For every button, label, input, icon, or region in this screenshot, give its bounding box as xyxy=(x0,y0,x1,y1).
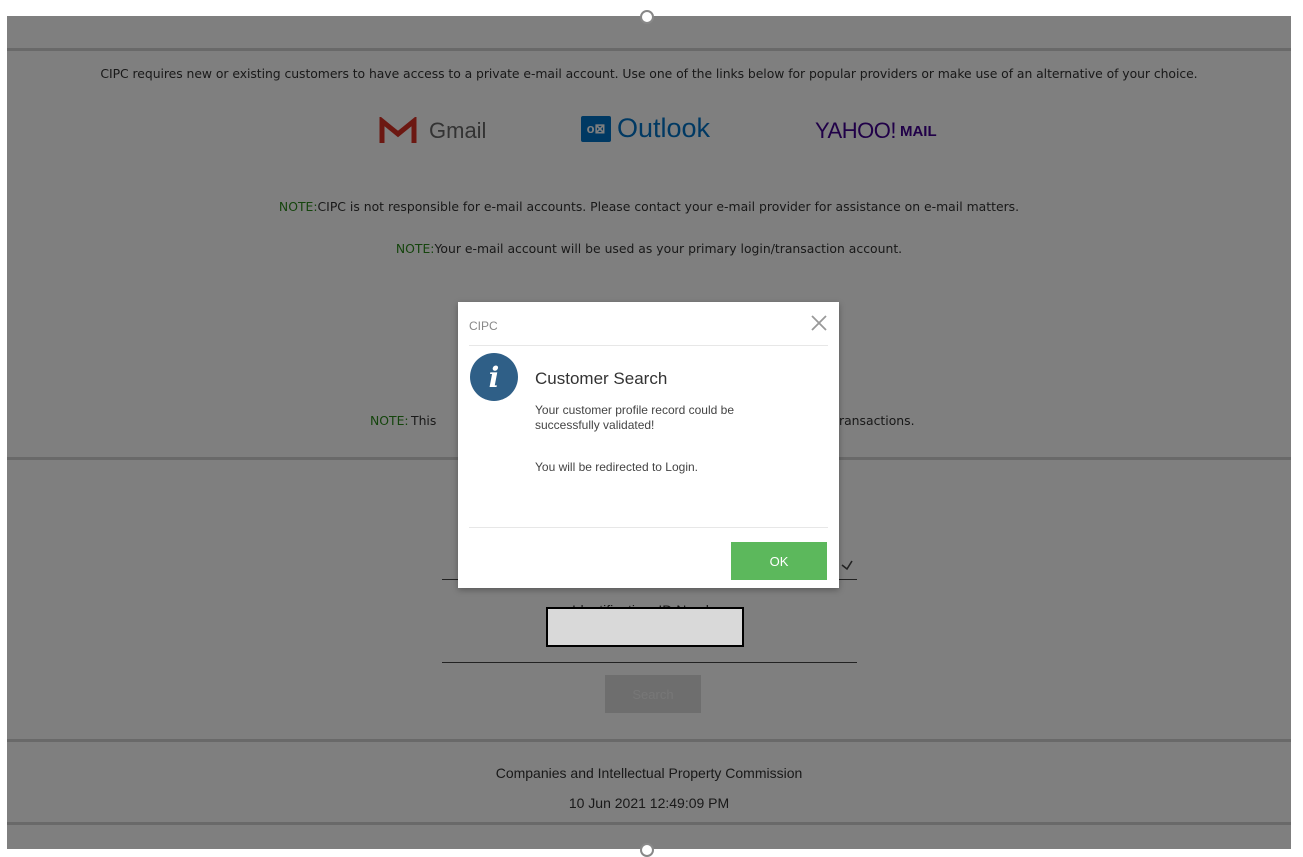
dialog-redirect-message: You will be redirected to Login. xyxy=(535,460,698,474)
dialog-message: Your customer profile record could be su… xyxy=(535,403,734,432)
dialog-separator xyxy=(469,345,828,346)
close-icon[interactable] xyxy=(809,313,829,333)
resize-handle-bottom[interactable] xyxy=(640,843,654,857)
dialog-heading: Customer Search xyxy=(535,369,668,388)
info-icon: i xyxy=(470,353,518,401)
ok-button[interactable]: OK xyxy=(731,542,827,580)
dialog-separator xyxy=(469,527,828,528)
resize-handle-top[interactable] xyxy=(640,10,654,24)
dialog-title: CIPC xyxy=(469,319,498,333)
id-number-input[interactable] xyxy=(546,607,744,647)
customer-search-dialog: CIPC i Customer Search Your customer pro… xyxy=(458,302,839,588)
